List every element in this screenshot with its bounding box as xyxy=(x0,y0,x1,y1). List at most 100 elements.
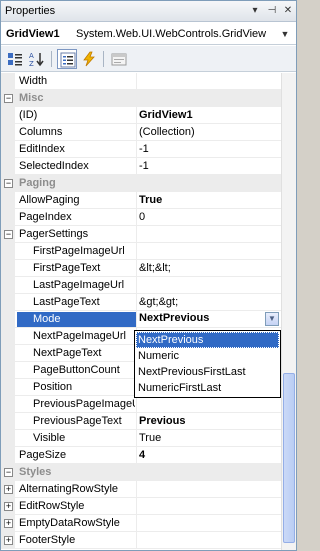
column-divider[interactable] xyxy=(136,481,137,498)
property-name[interactable]: FooterStyle xyxy=(19,534,135,546)
categorized-button[interactable] xyxy=(5,49,25,69)
dropdown-option[interactable]: NextPreviousFirstLast xyxy=(136,364,279,380)
property-pages-button[interactable] xyxy=(109,49,129,69)
property-name[interactable]: Columns xyxy=(19,126,135,138)
object-selector[interactable]: GridView1 System.Web.UI.WebControls.Grid… xyxy=(1,23,296,45)
property-row[interactable]: (ID) GridView1 xyxy=(1,107,281,124)
property-name[interactable]: AllowPaging xyxy=(19,194,135,206)
property-row[interactable]: + EmptyDataRowStyle xyxy=(1,515,281,532)
category-row[interactable]: − Paging xyxy=(1,175,281,192)
pin-icon[interactable]: ⊣ xyxy=(265,4,279,18)
property-name[interactable]: LastPageText xyxy=(33,296,135,308)
property-value[interactable]: GridView1 xyxy=(139,109,193,121)
property-row[interactable]: FirstPageImageUrl xyxy=(1,243,281,260)
property-value[interactable]: True xyxy=(139,194,162,206)
property-row[interactable]: PreviousPageImageUrl xyxy=(1,396,281,413)
column-divider[interactable] xyxy=(136,243,137,260)
property-value[interactable]: -1 xyxy=(139,143,149,155)
property-name[interactable]: AlternatingRowStyle xyxy=(19,483,135,495)
property-row[interactable]: AllowPaging True xyxy=(1,192,281,209)
property-row[interactable]: + AlternatingRowStyle xyxy=(1,481,281,498)
property-row[interactable]: PageSize 4 xyxy=(1,447,281,464)
property-value[interactable]: &gt;&gt; xyxy=(139,296,178,308)
column-divider[interactable] xyxy=(136,141,137,158)
property-name[interactable]: Position xyxy=(33,381,135,393)
property-row[interactable]: SelectedIndex -1 xyxy=(1,158,281,175)
expand-icon[interactable]: + xyxy=(4,519,13,528)
collapse-icon[interactable]: − xyxy=(4,230,13,239)
column-divider[interactable] xyxy=(136,260,137,277)
column-divider[interactable] xyxy=(136,532,137,549)
property-name[interactable]: NextPageText xyxy=(33,347,135,359)
column-divider[interactable] xyxy=(136,294,137,311)
property-name[interactable]: PageSize xyxy=(19,449,135,461)
dropdown-option[interactable]: NumericFirstLast xyxy=(136,380,279,396)
property-name[interactable]: EditRowStyle xyxy=(19,500,135,512)
column-divider[interactable] xyxy=(136,226,137,243)
property-value[interactable]: True xyxy=(139,432,161,444)
property-name[interactable]: PageIndex xyxy=(19,211,135,223)
dropdown-icon[interactable]: ▾ xyxy=(248,4,262,18)
events-button[interactable] xyxy=(79,49,99,69)
column-divider[interactable] xyxy=(136,447,137,464)
category-row[interactable]: − Misc xyxy=(1,90,281,107)
column-divider[interactable] xyxy=(136,158,137,175)
scrollbar-thumb[interactable] xyxy=(283,373,295,543)
property-value[interactable]: -1 xyxy=(139,160,149,172)
property-name[interactable]: SelectedIndex xyxy=(19,160,135,172)
column-divider[interactable] xyxy=(136,277,137,294)
chevron-down-icon[interactable]: ▼ xyxy=(278,27,292,41)
property-name[interactable]: PreviousPageText xyxy=(33,415,135,427)
property-name[interactable]: NextPageImageUrl xyxy=(33,330,135,342)
property-row[interactable]: Width xyxy=(1,73,281,90)
dropdown-option[interactable]: Numeric xyxy=(136,348,279,364)
expand-icon[interactable]: + xyxy=(4,485,13,494)
property-value[interactable]: Previous xyxy=(139,415,185,427)
property-name[interactable]: LastPageImageUrl xyxy=(33,279,135,291)
collapse-icon[interactable]: − xyxy=(4,468,13,477)
dropdown-option[interactable]: NextPrevious xyxy=(136,332,279,348)
column-divider[interactable] xyxy=(136,124,137,141)
column-divider[interactable] xyxy=(136,192,137,209)
collapse-icon[interactable]: − xyxy=(4,179,13,188)
property-value[interactable]: NextPrevious xyxy=(139,312,209,324)
property-value[interactable]: 0 xyxy=(139,211,145,223)
property-name[interactable]: (ID) xyxy=(19,109,135,121)
property-name[interactable]: FirstPageImageUrl xyxy=(33,245,135,257)
property-row[interactable]: LastPageText &gt;&gt; xyxy=(1,294,281,311)
column-divider[interactable] xyxy=(136,430,137,447)
property-row[interactable]: + FooterStyle xyxy=(1,532,281,549)
property-row[interactable]: LastPageImageUrl xyxy=(1,277,281,294)
column-divider[interactable] xyxy=(136,413,137,430)
property-name[interactable]: PageButtonCount xyxy=(33,364,135,376)
expand-icon[interactable]: + xyxy=(4,536,13,545)
properties-button[interactable] xyxy=(57,49,77,69)
property-row[interactable]: EditIndex -1 xyxy=(1,141,281,158)
mode-dropdown-list[interactable]: NextPrevious Numeric NextPreviousFirstLast… xyxy=(134,330,281,398)
property-name[interactable]: Width xyxy=(19,75,135,87)
column-divider[interactable] xyxy=(136,515,137,532)
close-icon[interactable]: ✕ xyxy=(281,4,295,18)
property-row[interactable]: Columns (Collection) xyxy=(1,124,281,141)
property-name[interactable]: PagerSettings xyxy=(19,228,135,240)
property-name[interactable]: FirstPageText xyxy=(33,262,135,274)
property-row[interactable]: Visible True xyxy=(1,430,281,447)
property-name[interactable]: Visible xyxy=(33,432,135,444)
property-row[interactable]: PageIndex 0 xyxy=(1,209,281,226)
property-row[interactable]: FirstPageText &lt;&lt; xyxy=(1,260,281,277)
property-value[interactable]: (Collection) xyxy=(139,126,195,138)
collapse-icon[interactable]: − xyxy=(4,94,13,103)
property-row[interactable]: + EditRowStyle xyxy=(1,498,281,515)
column-divider[interactable] xyxy=(136,396,137,413)
category-row[interactable]: − Styles xyxy=(1,464,281,481)
property-row[interactable]: Mode NextPrevious ▼ xyxy=(1,311,281,328)
column-divider[interactable] xyxy=(136,107,137,124)
property-name[interactable]: PreviousPageImageUrl xyxy=(33,398,135,410)
expand-icon[interactable]: + xyxy=(4,502,13,511)
vertical-scrollbar[interactable] xyxy=(281,73,296,550)
chevron-down-icon[interactable]: ▼ xyxy=(265,312,279,326)
property-value[interactable]: &lt;&lt; xyxy=(139,262,171,274)
alphabetical-button[interactable]: A Z xyxy=(26,49,46,69)
property-name[interactable]: EditIndex xyxy=(19,143,135,155)
property-name[interactable]: Mode xyxy=(17,312,136,327)
